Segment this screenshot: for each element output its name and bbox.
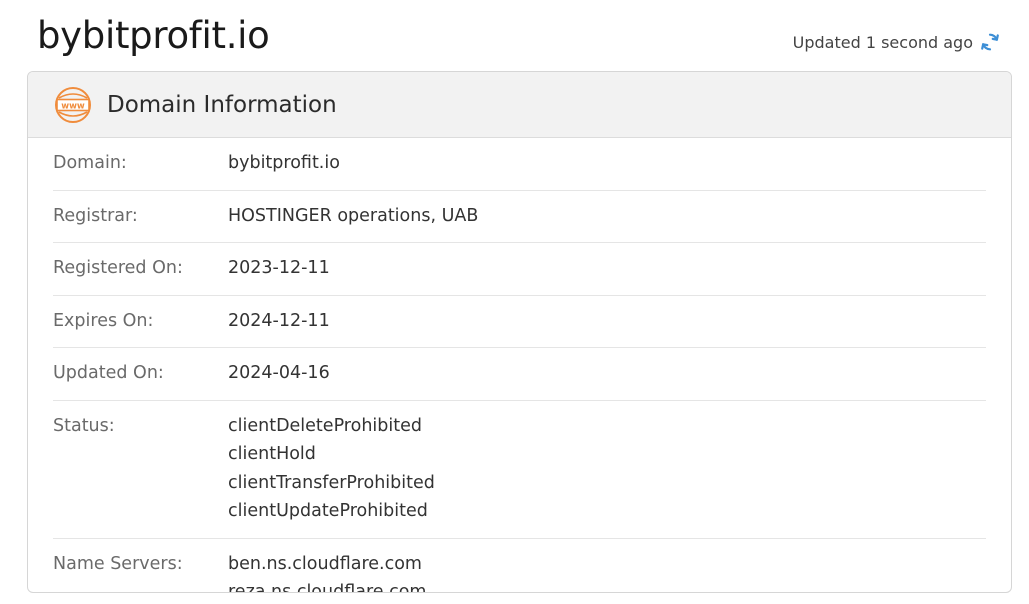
row-value: 2024-04-16 <box>228 359 330 388</box>
value-line: clientUpdateProhibited <box>228 501 428 521</box>
row-value: clientDeleteProhibited clientHold client… <box>228 412 435 526</box>
info-rows: Domain: bybitprofit.io Registrar: HOSTIN… <box>28 138 1011 593</box>
value-line: reza.ns.cloudflare.com <box>228 582 427 593</box>
page: bybitprofit.io Updated 1 second ago www <box>0 0 1029 604</box>
www-icon: www <box>54 86 92 124</box>
row-status: Status: clientDeleteProhibited clientHol… <box>53 401 986 539</box>
value-line: clientTransferProhibited <box>228 472 435 493</box>
domain-info-card: www Domain Information Domain: bybitprof… <box>27 71 1012 593</box>
row-label: Status: <box>53 415 115 436</box>
updated-status: Updated 1 second ago <box>793 31 1001 53</box>
row-value: HOSTINGER operations, UAB <box>228 202 478 231</box>
row-label: Expires On: <box>53 310 154 331</box>
value-line: clientDeleteProhibited <box>228 415 422 436</box>
row-label: Registrar: <box>53 205 138 226</box>
row-label: Registered On: <box>53 258 183 278</box>
card-header: www Domain Information <box>28 72 1011 138</box>
row-name-servers: Name Servers: ben.ns.cloudflare.com reza… <box>53 539 986 593</box>
row-registrar: Registrar: HOSTINGER operations, UAB <box>53 191 986 243</box>
value-line: HOSTINGER operations, UAB <box>228 205 479 226</box>
card-title: Domain Information <box>107 91 337 118</box>
value-line: 2024-12-11 <box>228 310 330 331</box>
www-icon-text: www <box>61 101 85 111</box>
row-label: Updated On: <box>53 363 164 383</box>
row-value: 2024-12-11 <box>228 307 330 336</box>
value-line: 2023-12-11 <box>228 258 330 278</box>
value-line: clientHold <box>228 444 316 464</box>
value-line: bybitprofit.io <box>228 153 340 173</box>
row-registered-on: Registered On: 2023-12-11 <box>53 243 986 296</box>
row-domain: Domain: bybitprofit.io <box>53 138 986 191</box>
row-expires-on: Expires On: 2024-12-11 <box>53 296 986 348</box>
value-line: 2024-04-16 <box>228 363 330 383</box>
row-updated-on: Updated On: 2024-04-16 <box>53 348 986 401</box>
row-label: Domain: <box>53 153 127 173</box>
site-title: bybitprofit.io <box>37 14 270 57</box>
row-value: 2023-12-11 <box>228 254 330 283</box>
value-line: ben.ns.cloudflare.com <box>228 553 422 574</box>
row-label: Name Servers: <box>53 553 183 574</box>
row-value: bybitprofit.io <box>228 149 340 178</box>
row-value: ben.ns.cloudflare.com reza.ns.cloudflare… <box>228 550 427 593</box>
updated-text: Updated 1 second ago <box>792 32 973 52</box>
refresh-icon[interactable] <box>979 31 1001 53</box>
